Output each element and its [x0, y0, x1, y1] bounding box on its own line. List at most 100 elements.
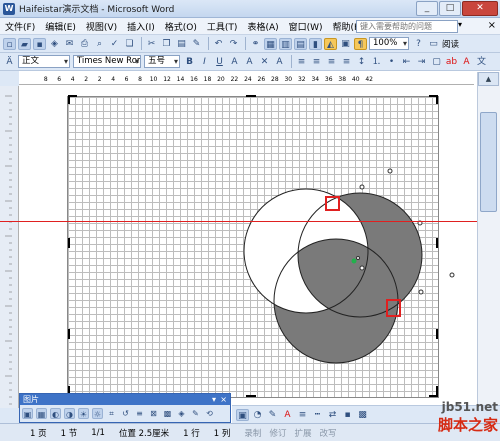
- word-app-icon[interactable]: W: [3, 2, 15, 15]
- shadow-icon[interactable]: ▪: [341, 409, 354, 421]
- cut-icon[interactable]: ✂: [145, 38, 158, 50]
- picture-toolbar-titlebar[interactable]: 图片 ▾ ×: [20, 394, 230, 405]
- document-map-icon[interactable]: ▣: [339, 38, 352, 50]
- font-select[interactable]: Times New Roman: [73, 55, 141, 68]
- email-icon[interactable]: ✉: [63, 38, 76, 50]
- status-ovr[interactable]: 改写: [319, 427, 336, 439]
- highlight-icon[interactable]: ab: [445, 56, 458, 68]
- align-right-icon[interactable]: ≡: [325, 56, 338, 68]
- print-preview-icon[interactable]: ⌕: [93, 38, 106, 50]
- vertical-ruler[interactable]: [0, 86, 19, 408]
- resize-handle[interactable]: [449, 272, 455, 278]
- align-center-icon[interactable]: ≡: [310, 56, 323, 68]
- less-brightness-icon[interactable]: ☼: [92, 408, 103, 419]
- autoshapes-icon[interactable]: ◔: [251, 409, 264, 421]
- italic-button[interactable]: I: [198, 56, 211, 68]
- rotate-left-icon[interactable]: ↺: [120, 408, 131, 419]
- bullets-icon[interactable]: •: [385, 56, 398, 68]
- increase-indent-icon[interactable]: ⇥: [415, 56, 428, 68]
- shapes-layer[interactable]: [19, 86, 477, 406]
- char-shading-icon[interactable]: A: [243, 56, 256, 68]
- show-hide-icon[interactable]: ¶: [354, 37, 367, 50]
- menu-table[interactable]: 表格(A): [242, 20, 283, 33]
- rotation-handle[interactable]: [351, 258, 357, 264]
- numbering-icon[interactable]: ⒈: [370, 56, 383, 68]
- char-scale-icon[interactable]: ✕: [258, 56, 271, 68]
- picture-toolbar[interactable]: 图片 ▾ × ▣ ▦ ◐ ◑ ☀ ☼ ⌗ ↺ ≡ ⊠ ▩ ◈ ✎ ⟲: [19, 393, 231, 423]
- print-icon[interactable]: ⎙: [78, 38, 91, 50]
- insert-table-icon[interactable]: ▥: [279, 37, 292, 50]
- status-trk[interactable]: 修订: [269, 427, 286, 439]
- menu-window[interactable]: 窗口(W): [284, 20, 328, 33]
- menu-edit[interactable]: 编辑(E): [40, 20, 81, 33]
- font-size-select[interactable]: 五号: [144, 55, 180, 68]
- dash-style-icon[interactable]: ┅: [311, 409, 324, 421]
- ruler-corner[interactable]: [0, 71, 19, 86]
- status-rec[interactable]: 录制: [244, 427, 261, 439]
- spelling-icon[interactable]: ✓: [108, 38, 121, 50]
- align-justify-icon[interactable]: ≡: [295, 56, 308, 68]
- document-canvas[interactable]: [19, 86, 477, 406]
- copy-icon[interactable]: ❐: [160, 38, 173, 50]
- vertical-scrollbar[interactable]: ▲: [477, 72, 500, 408]
- tables-borders-icon[interactable]: ▦: [264, 37, 277, 50]
- draw-select-icon[interactable]: ▣: [236, 408, 249, 421]
- line-style-draw-icon[interactable]: ≡: [296, 409, 309, 421]
- redo-icon[interactable]: ↷: [227, 38, 240, 50]
- columns-icon[interactable]: ▮: [309, 37, 322, 50]
- insert-picture-icon[interactable]: ▣: [22, 408, 33, 419]
- reset-picture-icon[interactable]: ⟲: [204, 408, 215, 419]
- drawing-toggle-icon[interactable]: ◭: [324, 37, 337, 50]
- less-contrast-icon[interactable]: ◑: [64, 408, 75, 419]
- line-style-icon[interactable]: ≡: [134, 408, 145, 419]
- new-document-icon[interactable]: ▫: [3, 37, 16, 50]
- bold-button[interactable]: B: [183, 56, 196, 68]
- permission-icon[interactable]: ◈: [48, 38, 61, 50]
- resize-handle[interactable]: [418, 289, 424, 295]
- read-mode-icon[interactable]: ▭: [427, 38, 440, 50]
- help-search-input[interactable]: 键入需要帮助的问题: [356, 20, 458, 33]
- styles-pane-icon[interactable]: Ä: [3, 56, 16, 68]
- menu-file[interactable]: 文件(F): [0, 20, 40, 33]
- status-ext[interactable]: 扩展: [294, 427, 311, 439]
- paste-icon[interactable]: ▤: [175, 38, 188, 50]
- char-width-icon[interactable]: A: [273, 56, 286, 68]
- save-icon[interactable]: ▪: [33, 37, 46, 50]
- help-icon[interactable]: ?: [412, 38, 425, 50]
- style-select[interactable]: 正文: [18, 55, 70, 68]
- hyperlink-icon[interactable]: ⚭: [249, 38, 262, 50]
- set-transparent-icon[interactable]: ✎: [190, 408, 201, 419]
- toolbar-options-icon[interactable]: ▾: [212, 394, 216, 405]
- text-wrapping-icon[interactable]: ▩: [162, 408, 173, 419]
- pinyin-icon[interactable]: 文: [475, 56, 488, 68]
- help-dropdown-icon[interactable]: ▾: [458, 20, 462, 29]
- menu-insert[interactable]: 插入(I): [122, 20, 160, 33]
- menu-format[interactable]: 格式(O): [160, 20, 202, 33]
- more-contrast-icon[interactable]: ◐: [50, 408, 61, 419]
- maximize-button[interactable]: □: [439, 1, 461, 16]
- decrease-indent-icon[interactable]: ⇤: [400, 56, 413, 68]
- more-brightness-icon[interactable]: ☀: [78, 408, 89, 419]
- color-icon[interactable]: ▦: [36, 408, 47, 419]
- close-button[interactable]: ✕: [462, 1, 498, 16]
- resize-handle[interactable]: [387, 168, 393, 174]
- 3d-icon[interactable]: ▩: [356, 409, 369, 421]
- arrow-style-icon[interactable]: ⇄: [326, 409, 339, 421]
- undo-icon[interactable]: ↶: [212, 38, 225, 50]
- menu-view[interactable]: 视图(V): [81, 20, 122, 33]
- document-close-icon[interactable]: ×: [488, 20, 496, 31]
- compress-icon[interactable]: ⊠: [148, 408, 159, 419]
- char-border-icon[interactable]: A: [228, 56, 241, 68]
- format-painter-icon[interactable]: ✎: [190, 38, 203, 50]
- resize-handle[interactable]: [359, 184, 365, 190]
- resize-handle[interactable]: [359, 265, 365, 271]
- format-picture-icon[interactable]: ◈: [176, 408, 187, 419]
- font-color-icon[interactable]: A: [460, 56, 473, 68]
- line-spacing-icon[interactable]: ↕: [355, 56, 368, 68]
- insert-excel-icon[interactable]: ▤: [294, 37, 307, 50]
- read-mode-label[interactable]: 阅读: [442, 38, 459, 50]
- scroll-up-icon[interactable]: ▲: [478, 72, 499, 86]
- line-color-icon[interactable]: ✎: [266, 409, 279, 421]
- underline-button[interactable]: U: [213, 56, 226, 68]
- distribute-icon[interactable]: ≡: [340, 56, 353, 68]
